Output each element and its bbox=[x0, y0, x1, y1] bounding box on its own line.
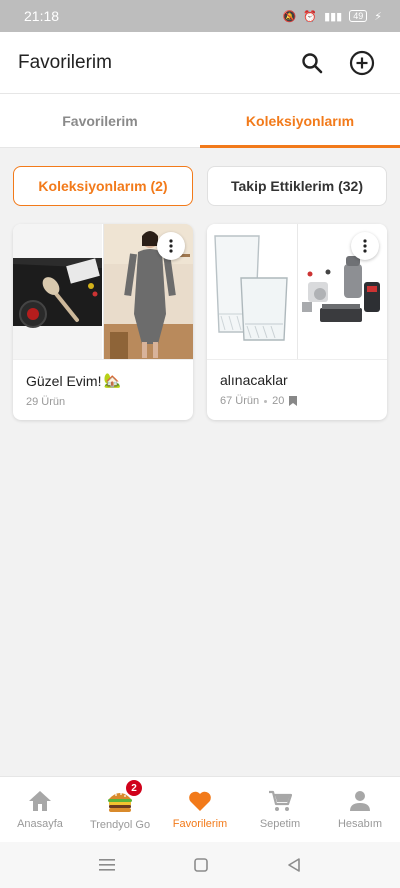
bookmark-icon bbox=[289, 396, 298, 406]
page-title: Favorilerim bbox=[18, 51, 112, 73]
search-icon bbox=[302, 52, 323, 73]
tab-koleksiyonlarim[interactable]: Koleksiyonlarım bbox=[200, 94, 400, 148]
collection-meta: 29 Ürün bbox=[26, 396, 180, 408]
nav-sepetim[interactable]: Sepetim bbox=[240, 777, 320, 842]
collection-more-button[interactable] bbox=[351, 232, 379, 260]
tab-bar: Favorilerim Koleksiyonlarım bbox=[0, 94, 400, 148]
bottom-nav: Anasayfa 2 Trendyol Go Favorilerim Sepet… bbox=[0, 776, 400, 842]
more-vertical-icon bbox=[169, 239, 173, 253]
house-emoji-icon: 🏡 bbox=[103, 372, 121, 388]
status-bar: 21:18 🔕 ⏰ ▮▮▮ 49 ⚡ bbox=[0, 0, 400, 32]
product-image-kitchen bbox=[13, 224, 103, 359]
collection-product-count: 29 Ürün bbox=[26, 396, 66, 408]
tab-favorilerim[interactable]: Favorilerim bbox=[0, 94, 200, 147]
collection-product-count: 67 Ürün bbox=[220, 395, 260, 407]
back-icon[interactable] bbox=[287, 858, 301, 872]
collection-meta: 67 Ürün 20 bbox=[220, 395, 374, 407]
battery-level: 49 bbox=[353, 11, 364, 21]
user-icon bbox=[350, 790, 370, 811]
nav-label: Trendyol Go bbox=[89, 818, 151, 831]
collection-cover bbox=[13, 224, 193, 360]
add-circle-icon bbox=[349, 50, 375, 75]
nav-anasayfa[interactable]: Anasayfa bbox=[0, 777, 80, 842]
chip-takip-ettiklerim[interactable]: Takip Ettiklerim (32) bbox=[207, 166, 387, 206]
signal-icon: ▮▮▮ bbox=[324, 10, 343, 23]
collection-more-button[interactable] bbox=[157, 232, 185, 260]
nav-label: Hesabım bbox=[337, 817, 383, 830]
collection-title-text: Güzel Evim! bbox=[26, 372, 102, 389]
collection-list: Güzel Evim! 🏡 29 Ürün alınacaklar 67 Ürü… bbox=[13, 224, 387, 420]
status-time: 21:18 bbox=[24, 8, 60, 24]
filter-chips: Koleksiyonlarım (2) Takip Ettiklerim (32… bbox=[13, 166, 387, 206]
nav-label: Anasayfa bbox=[17, 817, 63, 830]
heart-icon bbox=[189, 791, 211, 811]
nav-label: Sepetim bbox=[259, 817, 301, 830]
cart-icon bbox=[269, 790, 292, 811]
meta-separator bbox=[264, 399, 268, 403]
add-collection-button[interactable] bbox=[342, 43, 382, 83]
home-button-icon[interactable] bbox=[194, 858, 208, 872]
nav-label: Favorilerim bbox=[172, 817, 228, 830]
status-icons: 🔕 ⏰ ▮▮▮ 49 ⚡ bbox=[283, 10, 382, 23]
collection-cover bbox=[207, 224, 387, 360]
nav-hesabim[interactable]: Hesabım bbox=[320, 777, 400, 842]
collection-card[interactable]: Güzel Evim! 🏡 29 Ürün bbox=[13, 224, 193, 420]
app-header: Favorilerim bbox=[0, 32, 400, 94]
menu-icon[interactable] bbox=[99, 859, 116, 871]
mute-icon: 🔕 bbox=[282, 10, 297, 23]
collection-title: alınacaklar bbox=[220, 372, 374, 388]
alarm-icon: ⏰ bbox=[303, 10, 318, 23]
battery-icon: 49 bbox=[349, 10, 368, 22]
collection-title: Güzel Evim! 🏡 bbox=[26, 372, 180, 389]
nav-trendyol-go[interactable]: 2 Trendyol Go bbox=[80, 777, 160, 842]
more-vertical-icon bbox=[363, 239, 367, 253]
collection-title-text: alınacaklar bbox=[220, 372, 288, 388]
collection-card[interactable]: alınacaklar 67 Ürün 20 bbox=[207, 224, 387, 420]
charging-icon: ⚡ bbox=[374, 10, 382, 23]
search-button[interactable] bbox=[292, 43, 332, 83]
collection-follower-count: 20 bbox=[272, 395, 285, 407]
home-icon bbox=[29, 790, 51, 811]
product-image-glasses bbox=[207, 224, 297, 359]
chip-koleksiyonlarim[interactable]: Koleksiyonlarım (2) bbox=[13, 166, 193, 206]
nav-favorilerim[interactable]: Favorilerim bbox=[160, 777, 240, 842]
system-navigation-bar bbox=[0, 842, 400, 888]
cart-badge: 2 bbox=[125, 779, 143, 797]
